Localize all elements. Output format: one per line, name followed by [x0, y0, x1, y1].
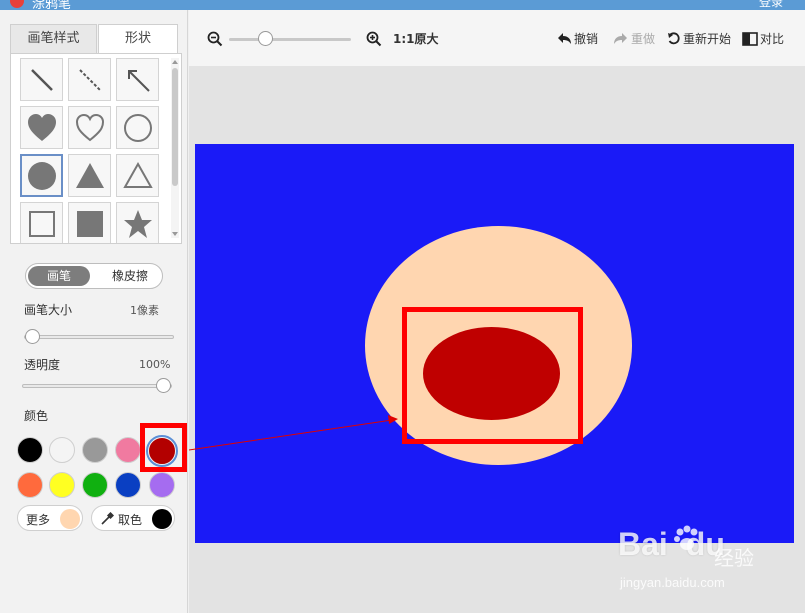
color-swatch-green[interactable] [82, 472, 108, 498]
login-link[interactable]: 登录 [759, 0, 783, 10]
color-picker-label: 取色 [118, 513, 143, 527]
shape-square-outline[interactable] [20, 202, 63, 243]
redo-button[interactable]: 重做 [613, 30, 655, 47]
square-outline-icon [28, 210, 55, 237]
brush-size-slider[interactable] [24, 335, 174, 339]
shape-scrollbar[interactable] [171, 58, 179, 238]
shape-arrow[interactable] [116, 58, 159, 101]
title-bar: 涂鸦笔 登录 [0, 0, 805, 10]
mode-toggle: 画笔 橡皮擦 [25, 263, 163, 289]
star-icon [123, 209, 152, 238]
shape-grid [10, 53, 182, 244]
color-swatch-purple[interactable] [149, 472, 175, 498]
scroll-up-icon[interactable] [171, 58, 179, 66]
redo-label: 重做 [631, 32, 656, 46]
shape-star[interactable] [116, 202, 159, 243]
color-swatch-black[interactable] [17, 437, 43, 463]
more-color-preview [60, 509, 80, 529]
canvas-highlight-box [402, 307, 583, 444]
color-swatch-white[interactable] [49, 437, 75, 463]
heart-outline-icon [75, 113, 104, 141]
color-picker-button[interactable]: 取色 [91, 505, 175, 531]
shape-square-filled[interactable] [68, 202, 111, 243]
shape-triangle-filled[interactable] [68, 154, 111, 197]
arrow-icon [127, 69, 150, 92]
undo-icon [558, 32, 571, 44]
brush-size-label: 画笔大小 [24, 303, 73, 317]
brush-mode-button[interactable]: 画笔 [28, 266, 90, 286]
tool-tabs: 画笔样式 形状 [10, 24, 178, 53]
circle-outline-icon [123, 113, 152, 142]
square-filled-icon [76, 210, 103, 237]
brush-size-value: 1像素 [130, 304, 159, 317]
actual-size-button[interactable]: 1:1原大 [393, 30, 439, 47]
baidu-paw-icon [674, 525, 698, 550]
color-label: 颜色 [24, 409, 49, 423]
opacity-label: 透明度 [24, 358, 61, 372]
shape-line[interactable] [20, 58, 63, 101]
line-icon [30, 68, 53, 91]
shape-circle-filled[interactable] [20, 154, 63, 197]
baidu-watermark: Bai du 经验 jingyan.baidu.com [618, 525, 768, 596]
color-highlight-box [140, 423, 187, 472]
eyedropper-icon [101, 512, 114, 525]
color-swatch-yellow[interactable] [49, 472, 75, 498]
app-logo-icon [10, 0, 24, 8]
shape-circle-outline[interactable] [116, 106, 159, 149]
color-swatch-pink[interactable] [115, 437, 141, 463]
triangle-outline-icon [122, 161, 153, 188]
restart-label: 重新开始 [683, 32, 732, 46]
picked-color-preview [152, 509, 172, 529]
shape-heart-outline[interactable] [68, 106, 111, 149]
triangle-filled-icon [75, 162, 104, 188]
top-toolbar: 1:1原大 撤销 重做 重新开始 对比 [189, 10, 805, 66]
color-swatch-orange[interactable] [17, 472, 43, 498]
tab-shapes[interactable]: 形状 [98, 24, 178, 53]
compare-label: 对比 [760, 32, 785, 46]
opacity-knob[interactable] [156, 378, 171, 393]
opacity-value: 100% [139, 358, 171, 371]
zoom-in-icon[interactable] [366, 31, 382, 47]
watermark-jingyan: 经验 [714, 546, 754, 570]
shape-triangle-outline[interactable] [116, 154, 159, 197]
undo-label: 撤销 [574, 32, 599, 46]
zoom-slider[interactable] [229, 38, 351, 41]
eraser-mode-button[interactable]: 橡皮擦 [100, 266, 160, 286]
undo-button[interactable]: 撤销 [556, 30, 598, 47]
restart-button[interactable]: 重新开始 [667, 30, 731, 47]
scroll-down-icon[interactable] [171, 230, 179, 238]
scroll-thumb[interactable] [172, 68, 178, 186]
heart-filled-icon [27, 113, 56, 141]
more-colors-label: 更多 [26, 513, 51, 527]
compare-icon [742, 31, 758, 46]
opacity-slider[interactable] [22, 384, 172, 388]
zoom-out-icon[interactable] [207, 31, 223, 47]
app-title: 涂鸦笔 [32, 0, 72, 10]
redo-icon [614, 32, 627, 44]
color-swatch-blue[interactable] [115, 472, 141, 498]
circle-filled-icon [27, 161, 56, 190]
restart-icon [668, 31, 680, 44]
zoom-knob[interactable] [258, 31, 273, 46]
shape-heart-filled[interactable] [20, 106, 63, 149]
color-swatch-gray[interactable] [82, 437, 108, 463]
dashed-line-icon [78, 68, 101, 91]
watermark-url: jingyan.baidu.com [620, 575, 725, 590]
shape-dashed-line[interactable] [68, 58, 111, 101]
brush-size-knob[interactable] [25, 329, 40, 344]
tab-brush-style[interactable]: 画笔样式 [10, 24, 97, 53]
more-colors-button[interactable]: 更多 [17, 505, 83, 531]
compare-button[interactable]: 对比 [742, 30, 784, 47]
